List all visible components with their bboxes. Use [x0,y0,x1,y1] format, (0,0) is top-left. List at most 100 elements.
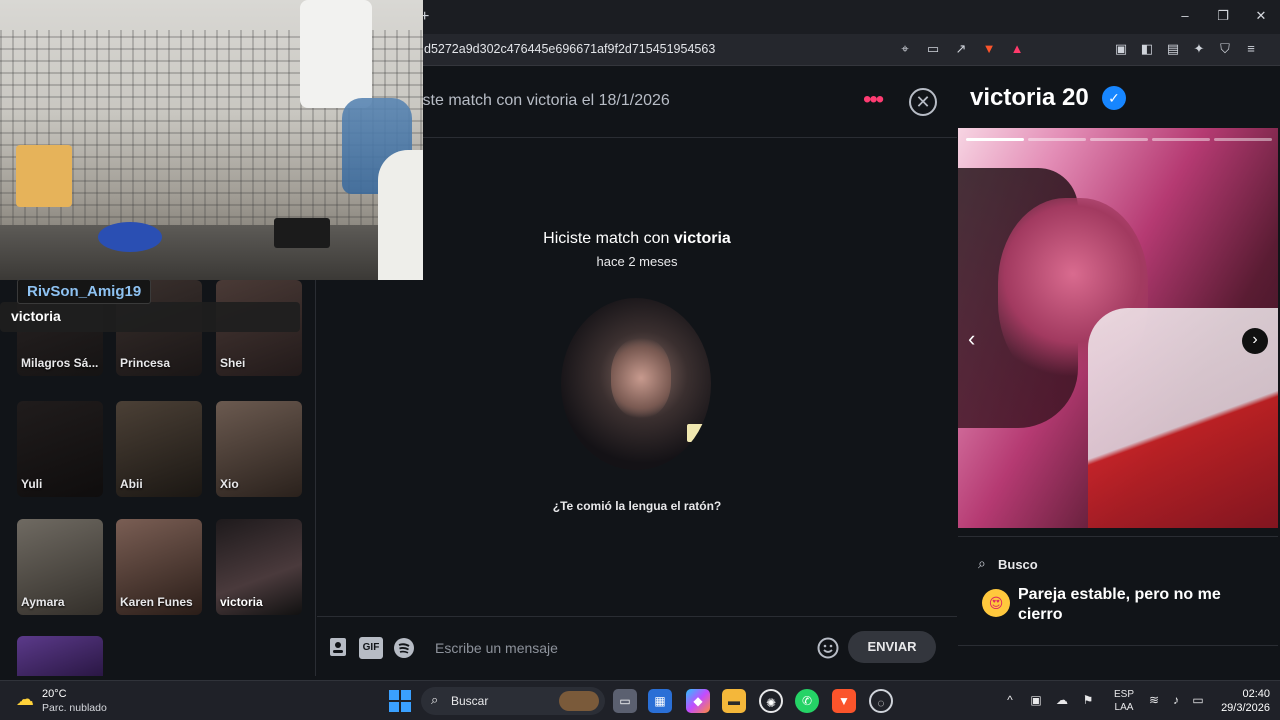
match-name: Xio [220,477,239,491]
heart-eyes-icon: 😍 [982,589,1010,617]
match-headline-name: victoria [673,230,731,247]
minimize-button[interactable]: – [1166,0,1204,34]
chatgpt-icon[interactable]: ✺ [759,689,783,713]
brave-shields-icon[interactable]: ▼ [980,40,998,58]
looking-for-section: ⌕ Busco 😍 Pareja estable, pero no me cie… [958,536,1278,646]
send-button[interactable]: ENVIAR [848,631,936,663]
match-card[interactable] [17,636,103,676]
current-chat-overlay: victoria [0,302,300,332]
rewards-icon[interactable]: ▲ [1008,40,1026,58]
chat-header-title: iste match con victoria el 18/1/2026 [419,92,670,109]
match-card[interactable]: Aymara [17,519,103,615]
location-icon[interactable]: ⌖ [896,40,914,58]
match-card[interactable]: Karen Funes [116,519,202,615]
match-name: Yuli [21,477,43,491]
chevron-up-icon[interactable]: ^ [1002,691,1018,709]
taskbar-search-label: Buscar [451,694,489,708]
clock-date[interactable]: 29/3/2026 [1206,702,1270,714]
photo-progress-bar[interactable] [966,138,1024,141]
profile-panel: victoria 20 ✓ ‹ › ⌕ Busco 😍 Pareja estab… [958,66,1280,676]
store-icon[interactable]: ▦ [648,689,672,713]
window-controls: – ❐ ✕ [1166,0,1280,34]
looking-for-value: Pareja estable, pero no me cierro [1018,586,1221,623]
start-button[interactable] [389,690,411,712]
match-name: victoria [220,595,263,609]
tray-app-icon[interactable]: ▣ [1028,691,1044,709]
url-text[interactable]: d5272a9d302c476445e696671af9f2d715451954… [424,42,715,56]
system-tray: ^ ▣ ☁ ⚑ [1002,691,1096,709]
spotify-icon[interactable] [393,637,415,659]
cloud-icon[interactable]: ☁ [1054,691,1070,709]
search-icon: ⌕ [431,692,439,707]
person-shoulder [378,150,423,280]
battery-icon: ▭ [1192,693,1204,707]
system-icons[interactable]: ≋ ♪ ▭ [1146,691,1206,709]
photo-progress-bar[interactable] [1214,138,1272,141]
photo-next-button[interactable]: › [1242,328,1268,354]
clock-time[interactable]: 02:40 [1230,688,1270,700]
browser-toolbar: ▣ ◧ ▤ ✦ ⛉ ≡ [1112,40,1260,58]
match-name: Milagros Sá... [21,356,99,370]
language-line2: LAA [1114,702,1134,713]
app-icon[interactable]: ◌ [869,689,893,713]
gif-button[interactable]: GIF [359,637,383,659]
taskbar-search[interactable]: ⌕ Buscar [421,687,605,715]
brave-browser-icon[interactable]: ▼ [832,689,856,713]
whatsapp-icon[interactable]: ✆ [795,689,819,713]
maximize-button[interactable]: ❐ [1204,0,1242,34]
sticker [687,424,711,442]
avatar-face [611,338,671,418]
match-card[interactable]: Yuli [17,401,103,497]
more-options-button[interactable]: ••• [863,88,884,112]
cast-icon[interactable]: ▭ [924,40,942,58]
leo-icon[interactable]: ✦ [1190,40,1208,58]
network-app-icon[interactable]: ⚑ [1080,691,1096,709]
message-input[interactable] [435,635,805,661]
sidebar-icon[interactable]: ◧ [1138,40,1156,58]
menu-icon[interactable]: ≡ [1242,40,1260,58]
search-icon: ⌕ [978,555,986,571]
wallet-icon[interactable]: ▤ [1164,40,1182,58]
reader-icon[interactable]: ▣ [1112,40,1130,58]
screen: + – ❐ ✕ d5272a9d302c476445e696671af9f2d7… [0,0,1280,720]
language-indicator[interactable]: ESP LAA [1114,688,1134,714]
match-avatar[interactable] [561,298,711,470]
profile-photo[interactable]: ‹ › [958,128,1278,528]
vpn-icon[interactable]: ⛉ [1216,40,1234,58]
verified-badge-icon: ✓ [1102,86,1126,110]
close-chat-button[interactable]: ✕ [909,88,937,116]
contact-card-icon[interactable] [329,637,347,659]
match-name: Abii [120,477,143,491]
share-icon[interactable]: ↗ [952,40,970,58]
match-card[interactable]: Abii [116,401,202,497]
match-name: Princesa [120,356,171,370]
photo-progress-bar[interactable] [1152,138,1210,141]
match-card[interactable]: Xio [216,401,302,497]
water-heater [300,0,372,108]
weather-icon[interactable]: ☁ [16,689,38,711]
photo-progress-bar[interactable] [1090,138,1148,141]
streamer-name-tag: RivSon_Amig19 [17,279,152,304]
weather-desc[interactable]: Parc. nublado [42,702,107,714]
emoji-icon[interactable] [817,637,839,659]
address-bar-icons: ⌖ ▭ ↗ ▼ ▲ [896,40,1026,58]
webcam-overlay [0,0,423,280]
photo-prev-button[interactable]: ‹ [968,326,975,352]
current-chat-name: victoria [11,308,61,324]
profile-name-age: victoria 20 [970,84,1089,111]
match-card-selected[interactable]: victoria [216,519,302,615]
file-explorer-icon[interactable]: ▬ [722,689,746,713]
close-window-button[interactable]: ✕ [1242,0,1280,34]
language-line1: ESP [1114,689,1135,700]
kitchen-counter [0,225,423,280]
looking-for-label: Busco [998,557,1038,572]
copilot-icon[interactable]: ◆ [686,689,710,713]
photo-progress-bar[interactable] [1028,138,1086,141]
match-headline-prefix: Hiciste match con [543,230,674,247]
weather-temp[interactable]: 20°C [42,688,67,700]
icebreaker-prompt: ¿Te comió la lengua el ratón? [552,499,722,513]
match-photo [17,636,103,676]
task-view-icon[interactable]: ▭ [613,689,637,713]
message-composer: GIF ENVIAR [317,616,957,676]
match-name: Shei [220,356,246,370]
